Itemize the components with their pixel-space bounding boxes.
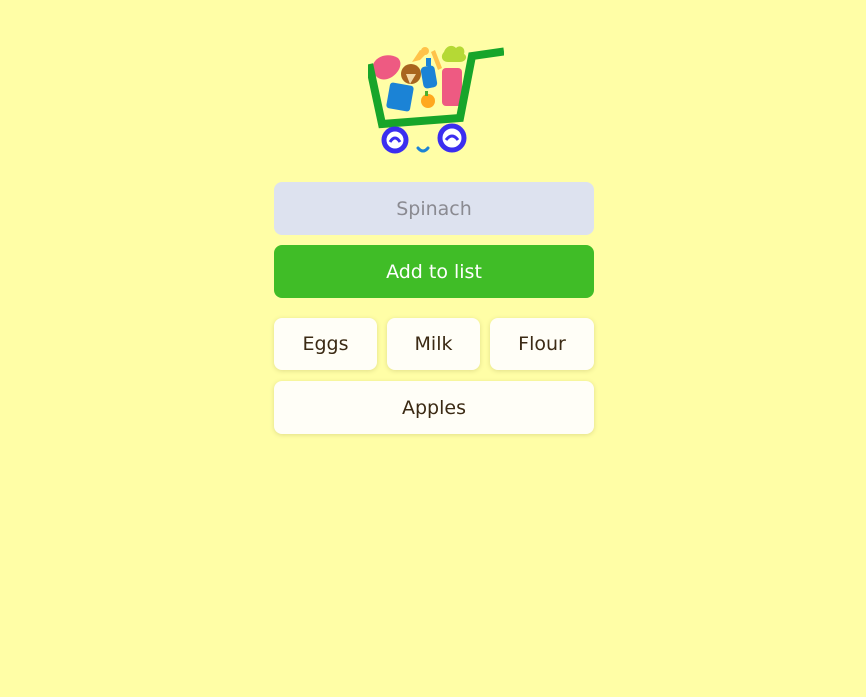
list-item-flour[interactable]: Flour	[490, 318, 594, 370]
list-item-label: Flour	[518, 333, 566, 355]
list-item-label: Milk	[414, 333, 453, 355]
list-item-eggs[interactable]: Eggs	[274, 318, 377, 370]
list-item-label: Eggs	[302, 333, 349, 355]
list-item-apples[interactable]: Apples	[274, 381, 594, 434]
list-item-label: Apples	[402, 396, 466, 419]
add-to-list-button[interactable]: Add to list	[274, 245, 594, 298]
item-input[interactable]	[274, 182, 594, 235]
shopping-cart-logo-icon	[368, 45, 504, 154]
list-item-milk[interactable]: Milk	[387, 318, 480, 370]
